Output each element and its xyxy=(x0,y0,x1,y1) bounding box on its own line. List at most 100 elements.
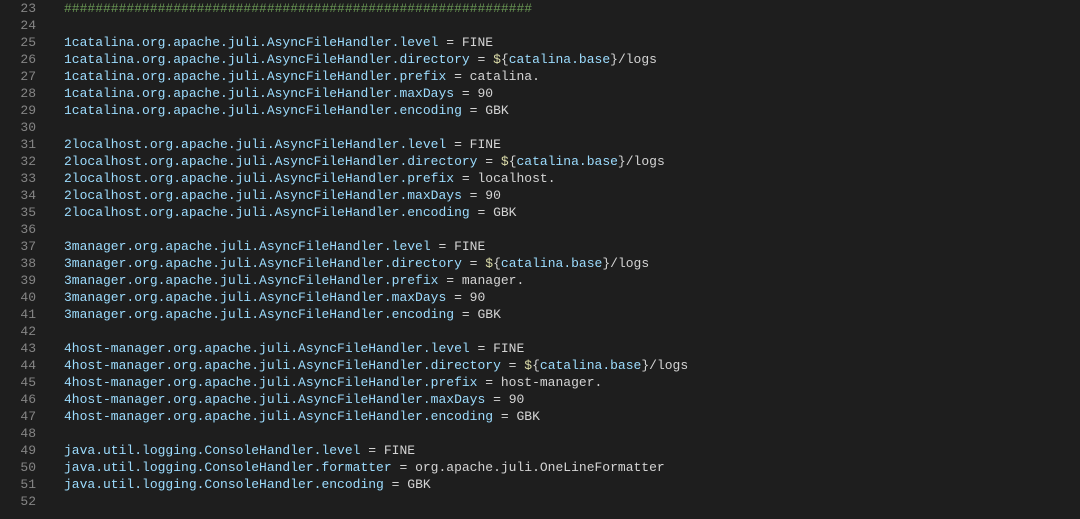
code-line[interactable] xyxy=(64,119,1080,136)
code-line[interactable]: 4host-manager.org.apache.juli.AsyncFileH… xyxy=(64,340,1080,357)
code-line[interactable]: 1catalina.org.apache.juli.AsyncFileHandl… xyxy=(64,85,1080,102)
line-number: 31 xyxy=(0,136,36,153)
token-default: FINE xyxy=(470,137,501,152)
token-default: org.apache.juli.OneLineFormatter xyxy=(415,460,665,475)
code-line[interactable] xyxy=(64,221,1080,238)
line-number: 43 xyxy=(0,340,36,357)
token-comment: ########################################… xyxy=(64,1,532,16)
code-line[interactable]: 1catalina.org.apache.juli.AsyncFileHandl… xyxy=(64,102,1080,119)
line-number: 29 xyxy=(0,102,36,119)
token-key: 4host-manager.org.apache.juli.AsyncFileH… xyxy=(64,375,477,390)
code-line[interactable]: java.util.logging.ConsoleHandler.level =… xyxy=(64,442,1080,459)
token-default: = xyxy=(470,341,493,356)
token-default: = xyxy=(446,137,469,152)
token-default: = xyxy=(501,358,524,373)
code-line[interactable]: 2localhost.org.apache.juli.AsyncFileHand… xyxy=(64,204,1080,221)
token-default: = xyxy=(462,103,485,118)
token-key: 2localhost.org.apache.juli.AsyncFileHand… xyxy=(64,154,477,169)
line-number: 42 xyxy=(0,323,36,340)
token-special: $ xyxy=(485,256,493,271)
token-punct: { xyxy=(501,52,509,67)
code-line[interactable] xyxy=(64,493,1080,510)
code-line[interactable] xyxy=(64,17,1080,34)
code-line[interactable]: 1catalina.org.apache.juli.AsyncFileHandl… xyxy=(64,68,1080,85)
token-default: FINE xyxy=(493,341,524,356)
token-default: = xyxy=(446,69,469,84)
token-key: java.util.logging.ConsoleHandler.encodin… xyxy=(64,477,384,492)
token-key: 3manager.org.apache.juli.AsyncFileHandle… xyxy=(64,273,438,288)
code-line[interactable]: 1catalina.org.apache.juli.AsyncFileHandl… xyxy=(64,51,1080,68)
token-default: = xyxy=(360,443,383,458)
code-line[interactable]: 2localhost.org.apache.juli.AsyncFileHand… xyxy=(64,136,1080,153)
code-editor[interactable]: 2324252627282930313233343536373839404142… xyxy=(0,0,1080,519)
code-line[interactable]: 3manager.org.apache.juli.AsyncFileHandle… xyxy=(64,238,1080,255)
line-number: 40 xyxy=(0,289,36,306)
code-line[interactable]: 1catalina.org.apache.juli.AsyncFileHandl… xyxy=(64,34,1080,51)
token-default: 90 xyxy=(470,290,486,305)
line-number: 32 xyxy=(0,153,36,170)
code-line[interactable]: 4host-manager.org.apache.juli.AsyncFileH… xyxy=(64,374,1080,391)
token-default: GBK xyxy=(485,103,508,118)
token-default: /logs xyxy=(618,52,657,67)
code-line[interactable]: 2localhost.org.apache.juli.AsyncFileHand… xyxy=(64,153,1080,170)
token-punct: } xyxy=(641,358,649,373)
token-key: 4host-manager.org.apache.juli.AsyncFileH… xyxy=(64,392,485,407)
token-key: 4host-manager.org.apache.juli.AsyncFileH… xyxy=(64,341,470,356)
code-line[interactable] xyxy=(64,425,1080,442)
code-line[interactable]: 2localhost.org.apache.juli.AsyncFileHand… xyxy=(64,187,1080,204)
token-key: catalina.base xyxy=(501,256,602,271)
token-default: GBK xyxy=(407,477,430,492)
token-key: java.util.logging.ConsoleHandler.level xyxy=(64,443,360,458)
token-punct: } xyxy=(618,154,626,169)
token-key: 2localhost.org.apache.juli.AsyncFileHand… xyxy=(64,188,462,203)
token-default: = xyxy=(485,392,508,407)
code-line[interactable] xyxy=(64,323,1080,340)
token-key: 3manager.org.apache.juli.AsyncFileHandle… xyxy=(64,290,446,305)
token-default: = xyxy=(477,154,500,169)
token-default: = xyxy=(438,35,461,50)
token-default: = xyxy=(462,256,485,271)
line-number: 50 xyxy=(0,459,36,476)
code-content[interactable]: ########################################… xyxy=(50,0,1080,519)
token-key: 3manager.org.apache.juli.AsyncFileHandle… xyxy=(64,239,431,254)
token-key: 2localhost.org.apache.juli.AsyncFileHand… xyxy=(64,205,470,220)
code-line[interactable]: 3manager.org.apache.juli.AsyncFileHandle… xyxy=(64,306,1080,323)
token-key: 3manager.org.apache.juli.AsyncFileHandle… xyxy=(64,256,462,271)
code-line[interactable]: 3manager.org.apache.juli.AsyncFileHandle… xyxy=(64,272,1080,289)
token-special: $ xyxy=(493,52,501,67)
line-number: 30 xyxy=(0,119,36,136)
token-default: /logs xyxy=(626,154,665,169)
code-line[interactable]: java.util.logging.ConsoleHandler.encodin… xyxy=(64,476,1080,493)
token-key: 4host-manager.org.apache.juli.AsyncFileH… xyxy=(64,358,501,373)
code-line[interactable]: 3manager.org.apache.juli.AsyncFileHandle… xyxy=(64,289,1080,306)
token-default: /logs xyxy=(649,358,688,373)
token-key: catalina.base xyxy=(509,52,610,67)
token-default: localhost. xyxy=(477,171,555,186)
token-default: = xyxy=(477,375,500,390)
token-default: GBK xyxy=(477,307,500,322)
line-number: 39 xyxy=(0,272,36,289)
line-number: 34 xyxy=(0,187,36,204)
token-default: = xyxy=(454,86,477,101)
token-key: 1catalina.org.apache.juli.AsyncFileHandl… xyxy=(64,35,438,50)
token-key: 1catalina.org.apache.juli.AsyncFileHandl… xyxy=(64,103,462,118)
token-special: $ xyxy=(501,154,509,169)
line-number: 37 xyxy=(0,238,36,255)
token-key: catalina.base xyxy=(540,358,641,373)
token-default: = xyxy=(384,477,407,492)
code-line[interactable]: 4host-manager.org.apache.juli.AsyncFileH… xyxy=(64,391,1080,408)
token-default: = xyxy=(454,171,477,186)
token-default: manager. xyxy=(462,273,524,288)
token-default: = xyxy=(493,409,516,424)
code-line[interactable]: 3manager.org.apache.juli.AsyncFileHandle… xyxy=(64,255,1080,272)
code-line[interactable]: 4host-manager.org.apache.juli.AsyncFileH… xyxy=(64,357,1080,374)
code-line[interactable]: 2localhost.org.apache.juli.AsyncFileHand… xyxy=(64,170,1080,187)
code-line[interactable]: ########################################… xyxy=(64,0,1080,17)
code-line[interactable]: java.util.logging.ConsoleHandler.formatt… xyxy=(64,459,1080,476)
line-number: 26 xyxy=(0,51,36,68)
code-line[interactable]: 4host-manager.org.apache.juli.AsyncFileH… xyxy=(64,408,1080,425)
token-key: 2localhost.org.apache.juli.AsyncFileHand… xyxy=(64,171,454,186)
token-default: = xyxy=(470,52,493,67)
line-number: 27 xyxy=(0,68,36,85)
line-number: 23 xyxy=(0,0,36,17)
